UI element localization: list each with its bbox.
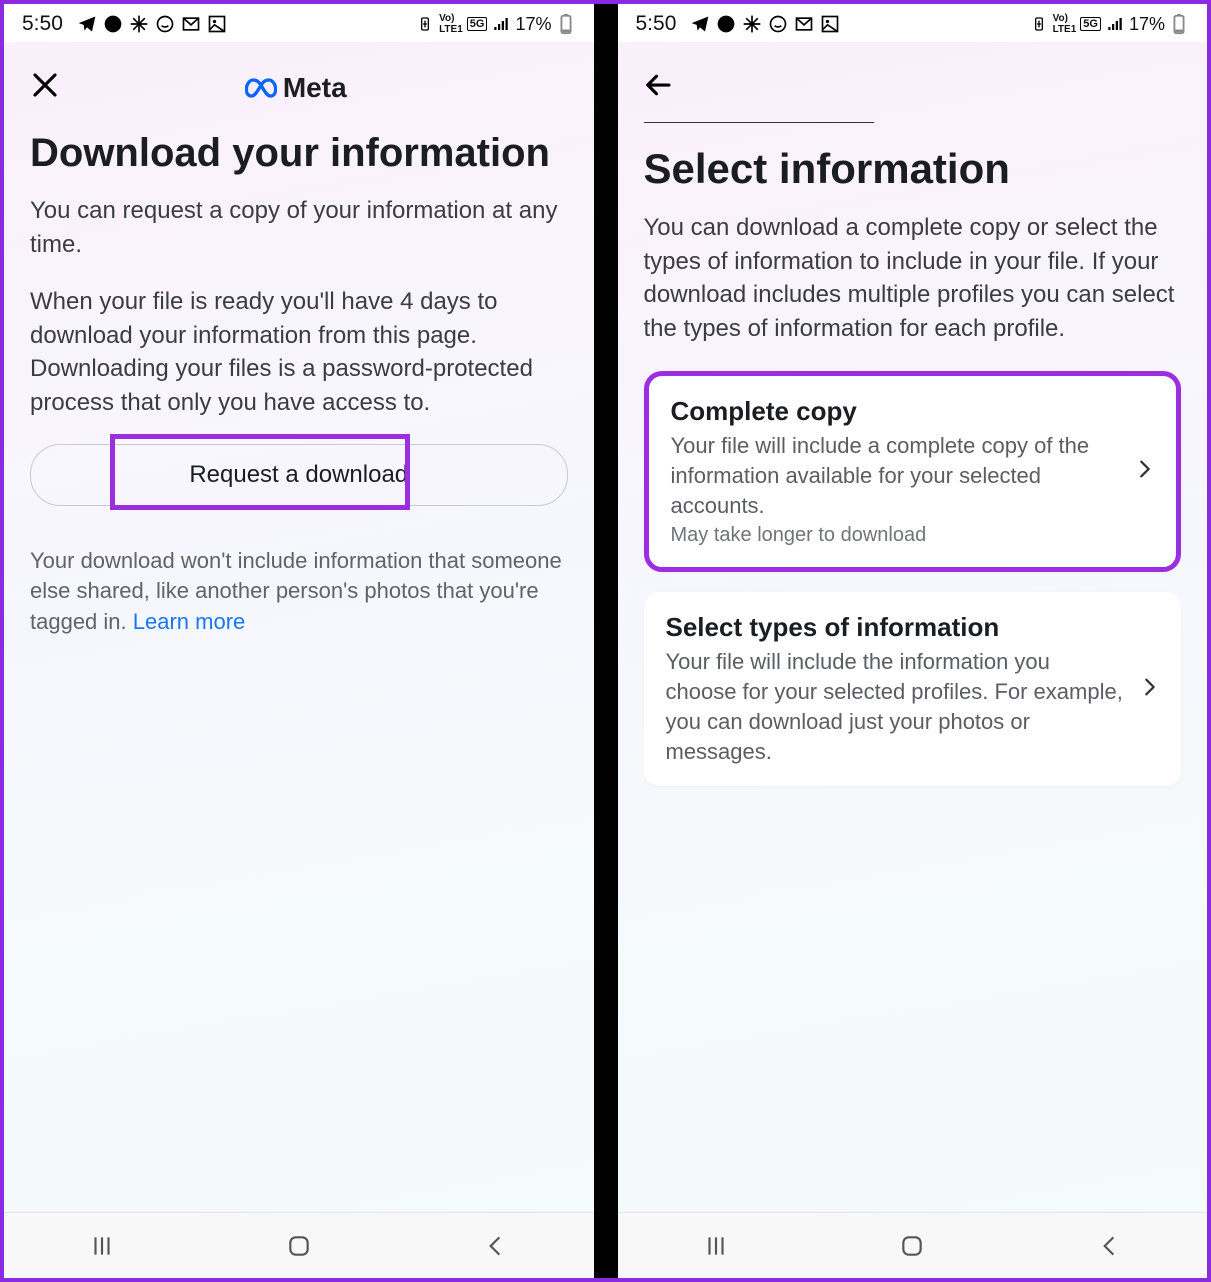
close-icon[interactable] [30, 70, 60, 106]
options-list: Complete copy Your file will include a c… [644, 371, 1182, 806]
status-left: 5:50 [22, 12, 227, 36]
recents-button[interactable] [700, 1230, 732, 1262]
5g-icon: 5G [467, 17, 488, 31]
photos-icon [820, 14, 840, 34]
signal-icon [1105, 14, 1125, 34]
status-time: 5:50 [22, 12, 63, 36]
back-button[interactable] [479, 1230, 511, 1262]
battery-icon [1169, 14, 1189, 34]
gmail-icon [794, 14, 814, 34]
page-title: Select information [644, 145, 1182, 193]
signal-icon [491, 14, 511, 34]
chevron-right-icon [1139, 674, 1161, 705]
5g-icon: 5G [1080, 17, 1101, 31]
header-row: Meta [30, 70, 568, 106]
gmail-icon [181, 14, 201, 34]
status-right: Vo)LTE1 5G 17% [415, 13, 575, 35]
option-select-types[interactable]: Select types of information Your file wi… [644, 592, 1182, 786]
request-download-button[interactable]: Request a download [30, 444, 568, 506]
back-button[interactable] [1093, 1230, 1125, 1262]
recents-button[interactable] [86, 1230, 118, 1262]
android-nav-bar [4, 1212, 594, 1278]
status-bar: 5:50 Vo)LTE1 5G 17% [618, 4, 1208, 42]
battery-percent: 17% [1129, 14, 1165, 35]
whatsapp-icon [155, 14, 175, 34]
option-complete-copy[interactable]: Complete copy Your file will include a c… [644, 371, 1182, 572]
screenshot-divider [594, 4, 618, 1278]
telegram-icon [77, 14, 97, 34]
status-right: Vo)LTE1 5G 17% [1029, 13, 1189, 35]
back-row [644, 70, 1182, 123]
telegram-icon [690, 14, 710, 34]
whatsapp-icon [768, 14, 788, 34]
learn-more-link[interactable]: Learn more [133, 609, 246, 634]
home-button[interactable] [283, 1230, 315, 1262]
page-content-left: Meta Download your information You can r… [4, 42, 594, 1212]
option-title: Complete copy [671, 396, 1119, 427]
header-underline [644, 122, 874, 123]
volte-icon: Vo)LTE1 [1053, 13, 1077, 35]
intro-paragraph-1: You can request a copy of your informati… [30, 194, 568, 261]
status-time: 5:50 [636, 12, 677, 36]
battery-saver-icon [415, 14, 435, 34]
option-description: Your file will include a complete copy o… [671, 431, 1119, 520]
meta-logo: Meta [60, 72, 532, 104]
footnote-text: Your download won't include information … [30, 548, 562, 635]
chevron-right-icon [1134, 456, 1156, 487]
slack-icon [129, 14, 149, 34]
intro-paragraph-2: When your file is ready you'll have 4 da… [30, 285, 568, 419]
chat-icon [716, 14, 736, 34]
battery-icon [556, 14, 576, 34]
battery-saver-icon [1029, 14, 1049, 34]
photos-icon [207, 14, 227, 34]
option-description: Your file will include the information y… [666, 647, 1124, 766]
status-bar: 5:50 Vo)LTE1 5G 17% [4, 4, 594, 42]
home-button[interactable] [896, 1230, 928, 1262]
meta-brand-text: Meta [283, 72, 347, 104]
intro-paragraph: You can download a complete copy or sele… [644, 211, 1182, 345]
option-note: May take longer to download [671, 524, 1119, 547]
phone-left: 5:50 Vo)LTE1 5G 17% Meta [4, 4, 594, 1278]
android-nav-bar [618, 1212, 1208, 1278]
battery-percent: 17% [515, 14, 551, 35]
chat-icon [103, 14, 123, 34]
slack-icon [742, 14, 762, 34]
option-title: Select types of information [666, 612, 1124, 643]
volte-icon: Vo)LTE1 [439, 13, 463, 35]
back-arrow-icon[interactable] [644, 74, 674, 107]
meta-infinity-icon [245, 76, 277, 100]
footnote: Your download won't include information … [30, 546, 568, 638]
phone-right: 5:50 Vo)LTE1 5G 17% Select information Y… [618, 4, 1208, 1278]
page-content-right: Select information You can download a co… [618, 42, 1208, 1212]
status-left: 5:50 [636, 12, 841, 36]
page-title: Download your information [30, 130, 568, 176]
